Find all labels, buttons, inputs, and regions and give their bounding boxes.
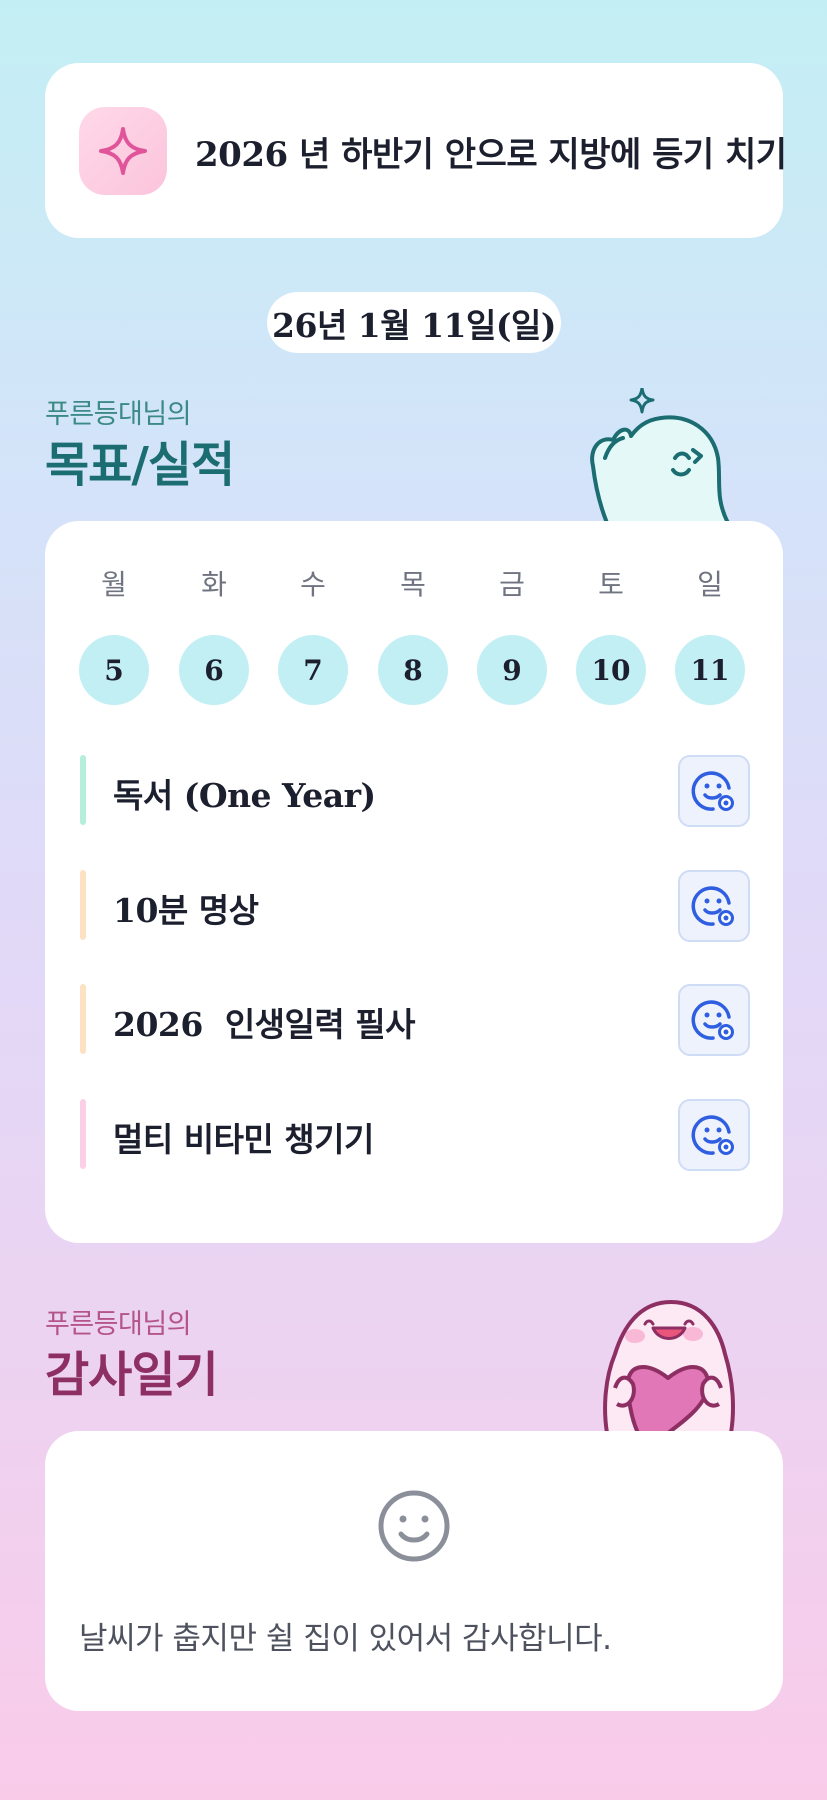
task-label: 독서 (One Year) xyxy=(113,776,376,815)
task-label: 멀티 비타민 챙기기 xyxy=(113,1120,374,1159)
weekday-label: 금 xyxy=(499,568,525,601)
goal-card[interactable]: 2026 년 하반기 안으로 지방에 등기 치기 xyxy=(45,63,787,238)
weekday-label: 목 xyxy=(400,568,426,601)
task-record-button[interactable] xyxy=(678,870,750,942)
day-button-7[interactable]: 7 xyxy=(278,635,348,705)
task-label: 2026 인생일력 필사 xyxy=(113,1005,415,1044)
task-item[interactable]: 10분 명상 xyxy=(80,870,750,942)
task-item[interactable]: 2026 인생일력 필사 xyxy=(80,984,750,1056)
weekday-label: 일 xyxy=(697,568,723,601)
thanks-entry-text: 날씨가 춥지만 쉴 집이 있어서 감사합니다. xyxy=(79,1621,612,1657)
smile-add-icon xyxy=(691,1000,734,1040)
task-item[interactable]: 멀티 비타민 챙기기 xyxy=(80,1099,750,1171)
date-pill[interactable]: 26년 1월 11일(일) xyxy=(267,292,561,353)
thanks-section-title: 감사일기 xyxy=(45,1347,219,1403)
weekday-label: 토 xyxy=(598,568,624,601)
weekday-label: 월 xyxy=(101,568,127,601)
weekday-label: 수 xyxy=(300,568,326,601)
task-record-button[interactable] xyxy=(678,755,750,827)
smile-add-icon xyxy=(691,886,734,926)
task-item[interactable]: 독서 (One Year) xyxy=(80,755,750,827)
goal-text: 2026 년 하반기 안으로 지방에 등기 치기 xyxy=(195,135,787,175)
pink-mascot-illustration xyxy=(603,1300,735,1433)
weekday-label: 화 xyxy=(201,568,227,601)
task-color-bar xyxy=(80,870,86,940)
task-color-bar xyxy=(80,755,86,825)
smile-add-icon xyxy=(691,1115,734,1155)
day-button-10[interactable]: 10 xyxy=(576,635,646,705)
task-color-bar xyxy=(80,1099,86,1169)
goals-card: 월 화 수 목 금 토 일 5 6 7 8 9 10 11 독서 (One Ye… xyxy=(45,521,783,1243)
smile-icon xyxy=(378,1490,450,1562)
thanks-card[interactable]: 날씨가 춥지만 쉴 집이 있어서 감사합니다. xyxy=(45,1431,783,1711)
teal-mascot-illustration xyxy=(590,388,730,523)
day-button-8[interactable]: 8 xyxy=(378,635,448,705)
task-record-button[interactable] xyxy=(678,984,750,1056)
smile-add-icon xyxy=(691,771,734,811)
day-button-9[interactable]: 9 xyxy=(477,635,547,705)
day-button-11[interactable]: 11 xyxy=(675,635,745,705)
day-button-6[interactable]: 6 xyxy=(179,635,249,705)
task-record-button[interactable] xyxy=(678,1099,750,1171)
sparkle-icon xyxy=(79,107,167,195)
day-button-5[interactable]: 5 xyxy=(79,635,149,705)
task-label: 10분 명상 xyxy=(113,891,259,930)
goals-section-title: 목표/실적 xyxy=(45,437,235,493)
task-color-bar xyxy=(80,984,86,1054)
